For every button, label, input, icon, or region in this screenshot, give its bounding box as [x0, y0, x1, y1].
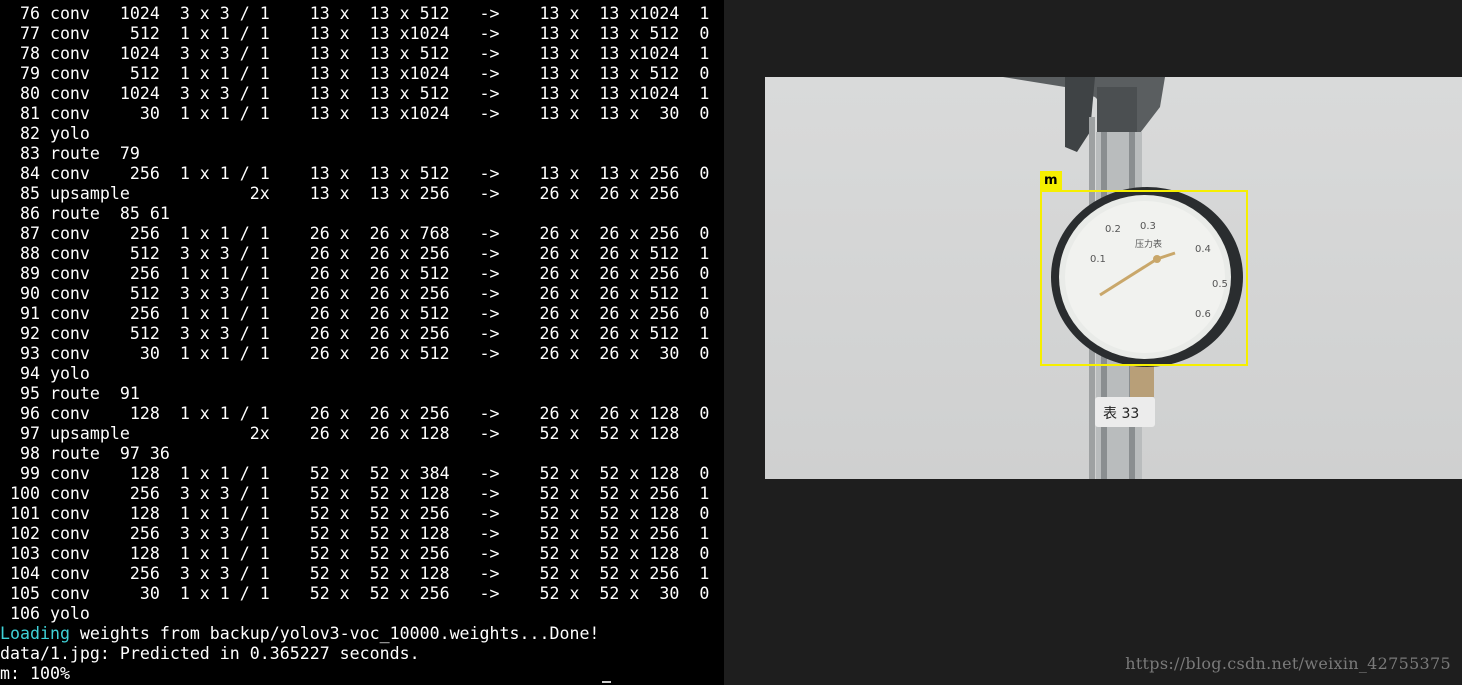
detection-class-label: m [1040, 171, 1062, 190]
terminal-line: 94 yolo [0, 364, 90, 383]
terminal-line: 82 yolo [0, 124, 90, 143]
terminal-line: 102 conv 256 3 x 3 / 1 52 x 52 x 128 -> … [0, 524, 710, 543]
terminal-line: 77 conv 512 1 x 1 / 1 13 x 13 x1024 -> 1… [0, 24, 710, 43]
terminal-line: 79 conv 512 1 x 1 / 1 13 x 13 x1024 -> 1… [0, 64, 710, 83]
terminal-line: 99 conv 128 1 x 1 / 1 52 x 52 x 384 -> 5… [0, 464, 710, 483]
terminal-line-loading: Loading weights from backup/yolov3-voc_1… [0, 624, 724, 644]
terminal-line: 78 conv 1024 3 x 3 / 1 13 x 13 x 512 -> … [0, 44, 710, 63]
terminal-line: 96 conv 128 1 x 1 / 1 26 x 26 x 256 -> 2… [0, 404, 710, 423]
terminal-line: 101 conv 128 1 x 1 / 1 52 x 52 x 256 -> … [0, 504, 710, 523]
terminal-line: 97 upsample 2x 26 x 26 x 128 -> 52 x 52 … [0, 424, 680, 443]
gauge-tag-text: 表 33 [1103, 406, 1139, 422]
terminal-line: 81 conv 30 1 x 1 / 1 13 x 13 x1024 -> 13… [0, 104, 710, 123]
prediction-image: 表 33 0.1 0.2 0.3 0.4 0.5 0.6 压力表 m [765, 77, 1462, 479]
terminal-line: 95 route 91 [0, 384, 140, 403]
terminal-line: 89 conv 256 1 x 1 / 1 26 x 26 x 512 -> 2… [0, 264, 710, 283]
terminal-line: 88 conv 512 3 x 3 / 1 26 x 26 x 256 -> 2… [0, 244, 710, 263]
terminal-window[interactable]: 76 conv 1024 3 x 3 / 1 13 x 13 x 512 -> … [0, 0, 724, 685]
terminal-line: 87 conv 256 1 x 1 / 1 26 x 26 x 768 -> 2… [0, 224, 710, 243]
terminal-line: 91 conv 256 1 x 1 / 1 26 x 26 x 512 -> 2… [0, 304, 710, 323]
terminal-line: 103 conv 128 1 x 1 / 1 52 x 52 x 256 -> … [0, 544, 710, 563]
terminal-line: 85 upsample 2x 13 x 13 x 256 -> 26 x 26 … [0, 184, 680, 203]
terminal-output: 76 conv 1024 3 x 3 / 1 13 x 13 x 512 -> … [0, 4, 724, 684]
watermark-url: https://blog.csdn.net/weixin_42755375 [1125, 654, 1451, 673]
loading-message: weights from backup/yolov3-voc_10000.wei… [69, 624, 600, 643]
terminal-line-result: m: 100% [0, 664, 70, 683]
terminal-line: 76 conv 1024 3 x 3 / 1 13 x 13 x 512 -> … [0, 4, 710, 23]
terminal-line: 98 route 97 36 [0, 444, 170, 463]
terminal-line: 105 conv 30 1 x 1 / 1 52 x 52 x 256 -> 5… [0, 584, 710, 603]
terminal-line: 86 route 85 61 [0, 204, 170, 223]
terminal-line: 92 conv 512 3 x 3 / 1 26 x 26 x 256 -> 2… [0, 324, 710, 343]
terminal-line: 83 route 79 [0, 144, 140, 163]
terminal-line: 90 conv 512 3 x 3 / 1 26 x 26 x 256 -> 2… [0, 284, 710, 303]
terminal-line: 100 conv 256 3 x 3 / 1 52 x 52 x 128 -> … [0, 484, 710, 503]
terminal-line: 80 conv 1024 3 x 3 / 1 13 x 13 x 512 -> … [0, 84, 710, 103]
terminal-line: 106 yolo [0, 604, 90, 623]
terminal-cursor [602, 681, 611, 683]
image-viewer: 表 33 0.1 0.2 0.3 0.4 0.5 0.6 压力表 m https… [724, 0, 1462, 685]
terminal-line: 93 conv 30 1 x 1 / 1 26 x 26 x 512 -> 26… [0, 344, 710, 363]
detection-bounding-box [1040, 190, 1248, 366]
loading-keyword: Loading [0, 624, 70, 643]
terminal-line: 84 conv 256 1 x 1 / 1 13 x 13 x 512 -> 1… [0, 164, 710, 183]
terminal-line: 104 conv 256 3 x 3 / 1 52 x 52 x 128 -> … [0, 564, 710, 583]
terminal-line-predicted: data/1.jpg: Predicted in 0.365227 second… [0, 644, 420, 663]
